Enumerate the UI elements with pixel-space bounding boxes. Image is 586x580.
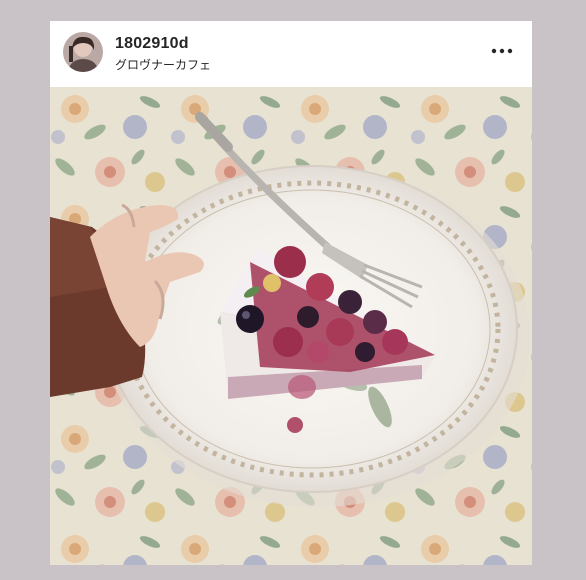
location-link[interactable]: グロヴナーカフェ: [115, 56, 211, 73]
username[interactable]: 1802910d: [115, 35, 189, 53]
more-horizontal-icon: [491, 48, 513, 54]
post-card: 1802910d グロヴナーカフェ: [50, 21, 532, 565]
post-header: 1802910d グロヴナーカフェ: [50, 21, 532, 87]
avatar[interactable]: [63, 32, 103, 72]
more-options-button[interactable]: [490, 44, 514, 58]
post-photo[interactable]: [50, 87, 532, 565]
cheesecake-photo: [50, 87, 532, 565]
